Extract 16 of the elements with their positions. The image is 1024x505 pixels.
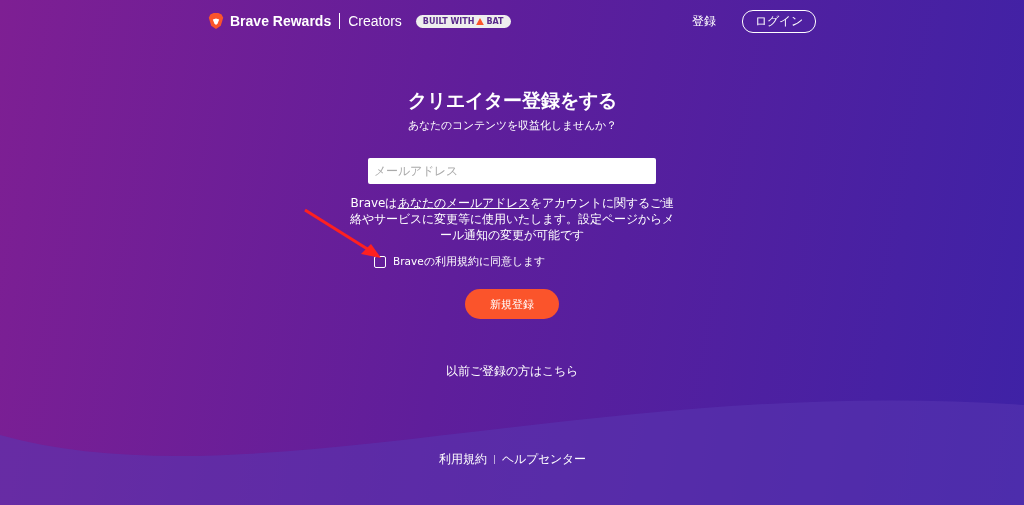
terms-label: Braveの利用規約に同意します bbox=[393, 255, 545, 269]
subtitle: あなたのコンテンツを収益化しませんか？ bbox=[407, 119, 617, 133]
login-link[interactable]: 以前ご登録の方はこちら bbox=[446, 363, 578, 380]
brand-name: Brave Rewards bbox=[230, 13, 332, 29]
triangle-icon bbox=[476, 17, 485, 25]
email-usage-note: Braveはあなたのメールアドレスをアカウントに関するご連絡やサービスに変更等に使用いたします。設定ページからメール通知の変更が可能です bbox=[349, 195, 675, 243]
footer-link[interactable]: ヘルプセンター bbox=[501, 451, 586, 468]
email-link[interactable]: あなたのメールアドレス bbox=[397, 196, 530, 210]
built-with-badge: BUILT WITH BAT bbox=[415, 14, 511, 28]
page-title: クリエイター登録をする bbox=[407, 88, 617, 113]
lion-logo-icon bbox=[208, 12, 224, 30]
footer-link[interactable]: 利用規約 bbox=[438, 451, 487, 468]
email-field[interactable]: メールアドレス bbox=[368, 158, 656, 184]
section-name: Creators bbox=[348, 13, 402, 29]
login-button[interactable]: ログイン bbox=[742, 9, 816, 33]
register-link[interactable]: 登録 bbox=[692, 12, 716, 30]
